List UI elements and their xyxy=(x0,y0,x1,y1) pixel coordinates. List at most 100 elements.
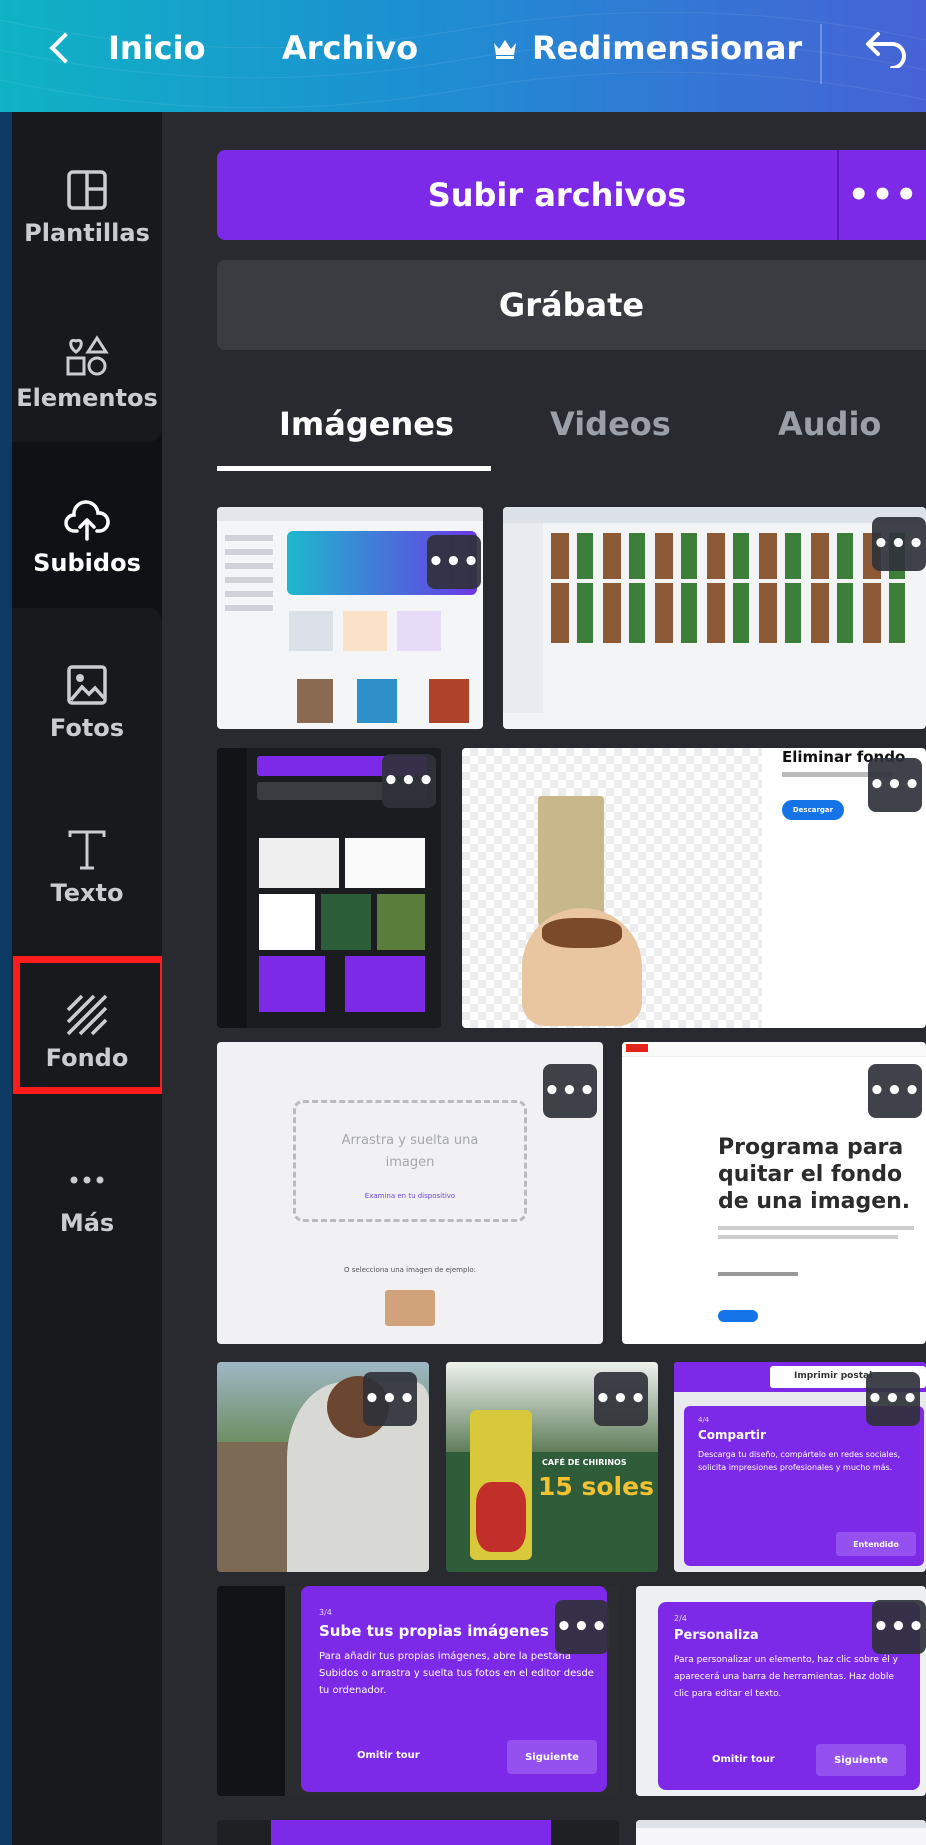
mini-photo xyxy=(357,679,397,723)
sidebar-item-photos[interactable]: Fotos xyxy=(12,637,162,767)
tour-body: Para personalizar un elemento, haz clic … xyxy=(674,1655,898,1699)
mini-card xyxy=(289,611,333,651)
sidebar-item-uploads[interactable]: Subidos xyxy=(12,472,162,602)
mini-navbar xyxy=(622,1042,926,1057)
sidebar-item-elements[interactable]: Elementos xyxy=(12,307,162,437)
mini-thumb xyxy=(377,894,425,950)
tour-title: Sube tus propias imágenes xyxy=(319,1622,549,1640)
thumbnail-more-button[interactable]: ••• xyxy=(872,1600,926,1654)
sample-image xyxy=(385,1290,435,1326)
more-icon xyxy=(70,1176,104,1184)
tour-skip-button: Omitir tour xyxy=(712,1754,775,1765)
tour-body: Descarga tu diseño, compártelo en redes … xyxy=(698,1450,901,1472)
sidebar-item-label: Subidos xyxy=(33,549,141,577)
mini-photo xyxy=(297,679,333,723)
file-menu-button[interactable]: Archivo xyxy=(282,28,418,68)
mini-folder-tree xyxy=(503,523,543,713)
tour-next-button: Siguiente xyxy=(816,1744,906,1776)
tour-step: 4/4 xyxy=(698,1416,710,1424)
upload-thumbnail-canva-home[interactable]: ••• xyxy=(217,507,483,729)
adobe-logo xyxy=(626,1044,648,1052)
sidebar-item-label: Elementos xyxy=(16,384,158,412)
mini-thumb xyxy=(259,838,339,888)
upload-thumbnail-canva-uploads[interactable]: ••• xyxy=(217,748,441,1028)
topbar-divider xyxy=(820,24,822,84)
sample-image-text: O selecciona una imagen de ejemplo: xyxy=(343,1266,477,1274)
elements-icon xyxy=(66,335,109,376)
tour-next-button: Siguiente xyxy=(507,1740,597,1774)
coffee-bag-image xyxy=(538,796,604,926)
upload-files-label: Subir archivos xyxy=(427,176,687,214)
mini-card xyxy=(397,611,441,651)
tab-label: Videos xyxy=(550,405,671,443)
mini-grid-gap xyxy=(551,579,911,583)
upload-thumbnail-tour-upload[interactable]: 3/4 Sube tus propias imágenes Para añadi… xyxy=(217,1586,619,1796)
file-label: Archivo xyxy=(282,29,419,67)
upload-more-options-button[interactable]: ••• xyxy=(837,150,926,240)
upload-thumbnail-drag-drop[interactable]: Arrastra y suelta una imagen Examina en … xyxy=(217,1042,603,1344)
upload-thumbnail-partial[interactable] xyxy=(217,1820,619,1845)
upload-files-button[interactable]: Subir archivos xyxy=(217,150,897,240)
back-home-button[interactable]: Inicio xyxy=(48,28,206,68)
mini-text-line xyxy=(718,1272,798,1276)
browse-link: Examina en tu dispositivo xyxy=(364,1192,456,1200)
mini-sidebar xyxy=(221,527,277,727)
upload-thumbnail-file-explorer[interactable]: ••• xyxy=(503,507,926,729)
coffee-brand-text: CAFÉ DE CHIRINOS xyxy=(542,1458,627,1467)
mini-thumb xyxy=(345,838,425,888)
mini-thumb xyxy=(345,956,425,1012)
mini-thumb xyxy=(259,956,325,1012)
crown-icon xyxy=(494,40,516,59)
upload-thumbnail-adobe-page[interactable]: Programa para quitar el fondo de una ima… xyxy=(622,1042,926,1344)
sidebar-item-more[interactable]: Más xyxy=(12,1132,162,1262)
tour-step: 3/4 xyxy=(319,1608,332,1617)
tour-title: Compartir xyxy=(698,1428,766,1442)
sidebar-item-templates[interactable]: Plantillas xyxy=(12,142,162,272)
sidebar-item-text[interactable]: Texto xyxy=(12,802,162,932)
home-label: Inicio xyxy=(108,29,206,67)
mini-photo xyxy=(429,679,469,723)
thumbnail-more-button[interactable]: ••• xyxy=(872,517,926,571)
upload-thumbnail-tour-share[interactable]: Imprimir postal 4/4 Compartir Descarga t… xyxy=(674,1362,926,1572)
resize-button[interactable]: Redimensionar xyxy=(492,28,802,68)
mini-banner xyxy=(271,1820,551,1845)
thumbnail-more-button[interactable]: ••• xyxy=(594,1372,648,1426)
download-mini-button: Descargar xyxy=(782,800,844,820)
thumbnail-more-button[interactable]: ••• xyxy=(427,535,481,589)
sidebar-item-label: Más xyxy=(59,1209,115,1237)
upload-thumbnail-remove-background[interactable]: Eliminar fondo Descargar ••• xyxy=(462,748,926,1028)
upload-thumbnail-tour-customize[interactable]: 2/4 Personaliza Para personalizar un ele… xyxy=(636,1586,926,1796)
mini-button xyxy=(718,1310,758,1322)
tab-images[interactable]: Imágenes xyxy=(279,394,454,454)
upload-cloud-icon xyxy=(64,500,110,541)
adobe-headline: Programa para quitar el fondo de una ima… xyxy=(718,1135,911,1214)
tab-label: Audio xyxy=(778,405,882,443)
thumbnail-more-button[interactable]: ••• xyxy=(543,1064,597,1118)
highlight-box xyxy=(13,956,167,1094)
thumbnail-more-button[interactable]: ••• xyxy=(555,1600,609,1654)
tour-skip-button: Omitir tour xyxy=(357,1750,420,1761)
print-postcard-label: Imprimir postal xyxy=(794,1371,873,1381)
upload-thumbnail-person-photo[interactable]: ••• xyxy=(217,1362,429,1572)
thumbnail-more-button[interactable]: ••• xyxy=(868,1064,922,1118)
thumbnail-more-button[interactable]: ••• xyxy=(868,758,922,812)
upload-thumbnail-coffee-ad[interactable]: CAFÉ DE CHIRINOS 15 soles ••• xyxy=(446,1362,658,1572)
undo-icon[interactable] xyxy=(864,28,910,68)
coffee-beans-image xyxy=(542,918,622,948)
sidebar-item-label: Texto xyxy=(50,879,124,907)
thumbnail-more-button[interactable]: ••• xyxy=(363,1372,417,1426)
tab-label: Imágenes xyxy=(279,405,454,443)
upload-thumbnail-partial[interactable] xyxy=(636,1820,926,1845)
drop-zone-text: Arrastra y suelta una imagen xyxy=(341,1133,479,1170)
record-yourself-button[interactable]: Grábate xyxy=(217,260,926,350)
sidebar-item-label: Plantillas xyxy=(24,219,150,247)
thumbnail-more-button[interactable]: ••• xyxy=(382,754,436,808)
tab-audio[interactable]: Audio xyxy=(778,394,881,454)
mini-thumb xyxy=(259,894,315,950)
more-dots-icon: ••• xyxy=(847,175,920,215)
chevron-left-icon xyxy=(49,32,81,64)
top-bar: Inicio Archivo Redimensionar xyxy=(0,0,926,112)
uploads-panel: Subir archivos ••• Grábate Imágenes Vide… xyxy=(162,112,926,1845)
thumbnail-more-button[interactable]: ••• xyxy=(866,1372,920,1426)
tab-videos[interactable]: Videos xyxy=(550,394,671,454)
